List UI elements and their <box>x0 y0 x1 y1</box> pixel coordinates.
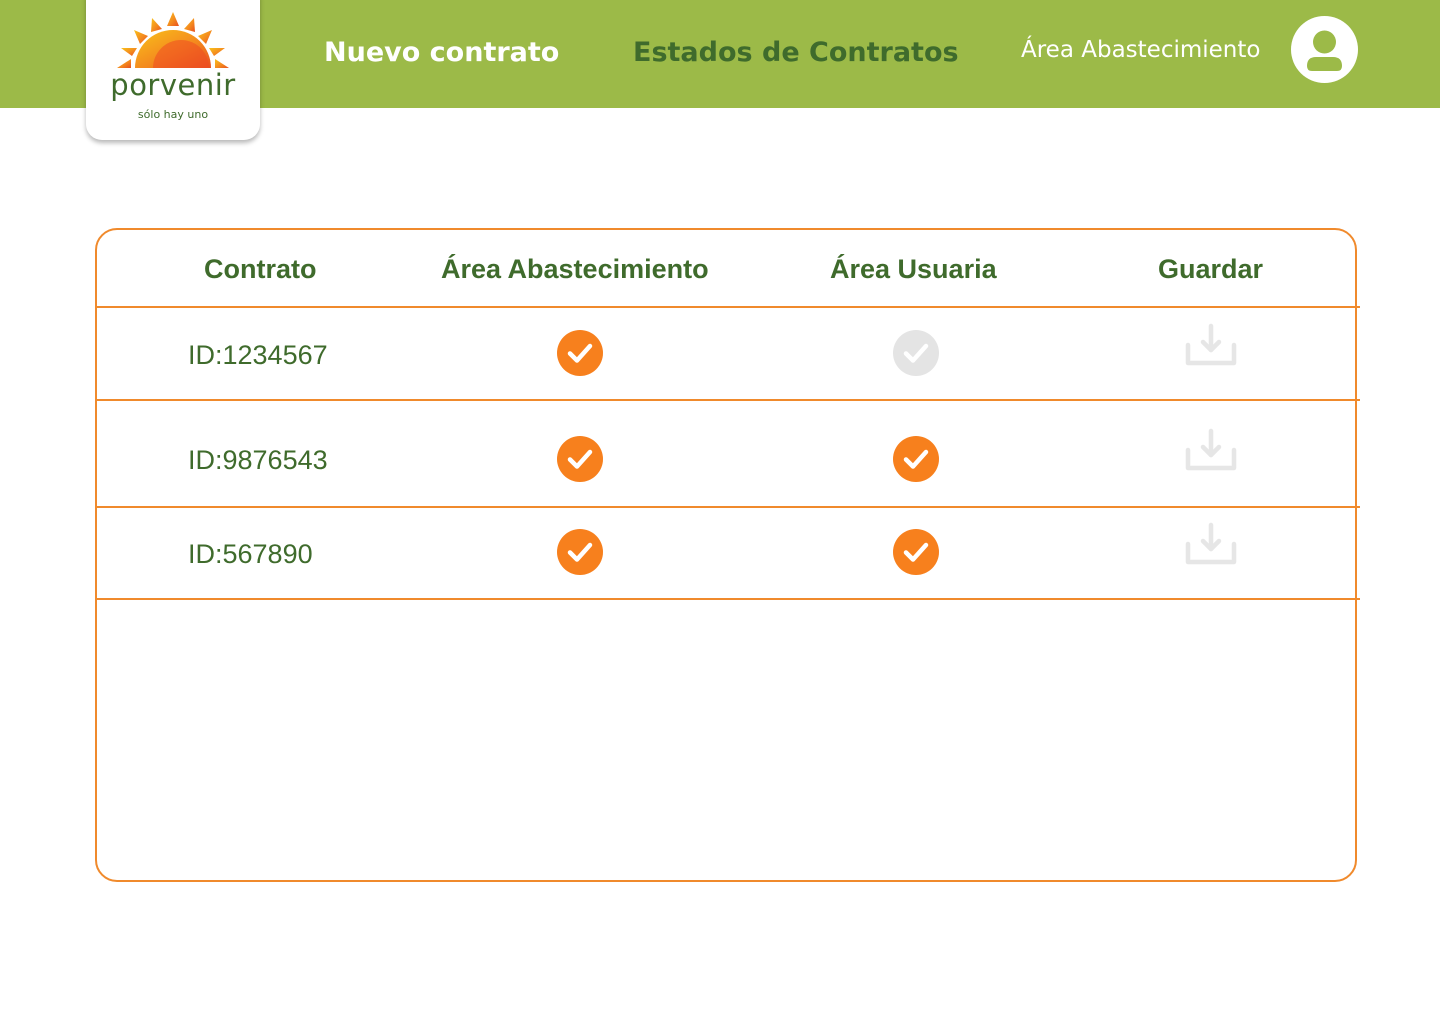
area-usuaria-status[interactable] <box>893 436 939 482</box>
area-usuaria-status[interactable] <box>893 529 939 575</box>
logo[interactable]: porvenir sólo hay uno <box>86 0 260 140</box>
column-header-contract: Contrato <box>204 254 317 284</box>
download-icon <box>1185 323 1237 366</box>
column-header-area-abastecimiento: Área Abastecimiento <box>441 254 709 284</box>
check-circle-icon <box>567 343 593 363</box>
contract-id: ID:9876543 <box>188 445 328 475</box>
column-header-guardar: Guardar <box>1158 254 1264 284</box>
check-circle-icon <box>903 449 929 469</box>
area-abastecimiento-status[interactable] <box>557 330 603 376</box>
area-abastecimiento-status[interactable] <box>557 529 603 575</box>
table-divider <box>95 506 1360 508</box>
save-button[interactable] <box>1184 323 1238 367</box>
check-circle-icon <box>903 542 929 562</box>
brand-tagline: sólo hay uno <box>137 108 209 121</box>
contract-id: ID:567890 <box>188 539 313 569</box>
table-divider <box>95 598 1360 600</box>
save-button[interactable] <box>1184 522 1238 566</box>
check-circle-icon <box>567 542 593 562</box>
table-divider <box>95 306 1360 308</box>
contract-id: ID:1234567 <box>188 340 328 370</box>
check-circle-icon <box>903 343 929 363</box>
download-icon <box>1185 428 1237 471</box>
user-area-label: Área Abastecimiento <box>1021 37 1261 63</box>
download-icon <box>1185 522 1237 565</box>
save-button[interactable] <box>1184 428 1238 472</box>
area-abastecimiento-status[interactable] <box>557 436 603 482</box>
nav-new-contract[interactable]: Nuevo contrato <box>324 36 559 70</box>
brand-name: porvenir <box>110 68 236 102</box>
area-usuaria-status[interactable] <box>893 330 939 376</box>
check-circle-icon <box>567 449 593 469</box>
user-avatar-icon <box>1307 30 1342 71</box>
column-header-area-usuaria: Área Usuaria <box>830 254 997 284</box>
sun-logo-icon <box>117 12 229 68</box>
nav-contract-states[interactable]: Estados de Contratos <box>633 36 959 70</box>
user-avatar[interactable] <box>1291 16 1358 83</box>
table-divider <box>95 399 1360 401</box>
